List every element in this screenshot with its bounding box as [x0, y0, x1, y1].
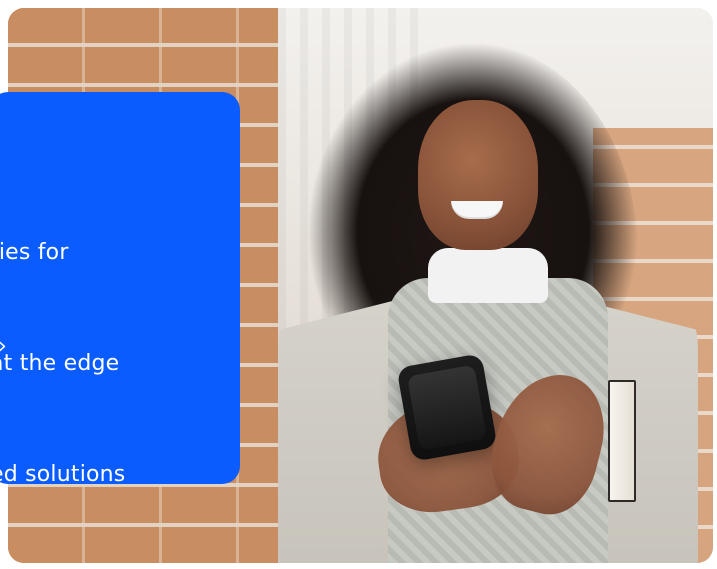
overlay-card-text: ties for at the edge ed solutions — [0, 160, 228, 567]
overlay-line-3: ed solutions — [0, 462, 126, 487]
hero-banner: ties for at the edge ed solutions › — [0, 0, 717, 569]
chevron-right-icon[interactable]: › — [0, 336, 7, 358]
overlay-line-1: ties for — [0, 240, 69, 265]
person-face — [418, 100, 538, 250]
overlay-line-2: at the edge — [0, 351, 120, 376]
person-collar — [428, 248, 548, 303]
smartphone-icon — [396, 353, 498, 462]
book-icon — [608, 380, 636, 502]
